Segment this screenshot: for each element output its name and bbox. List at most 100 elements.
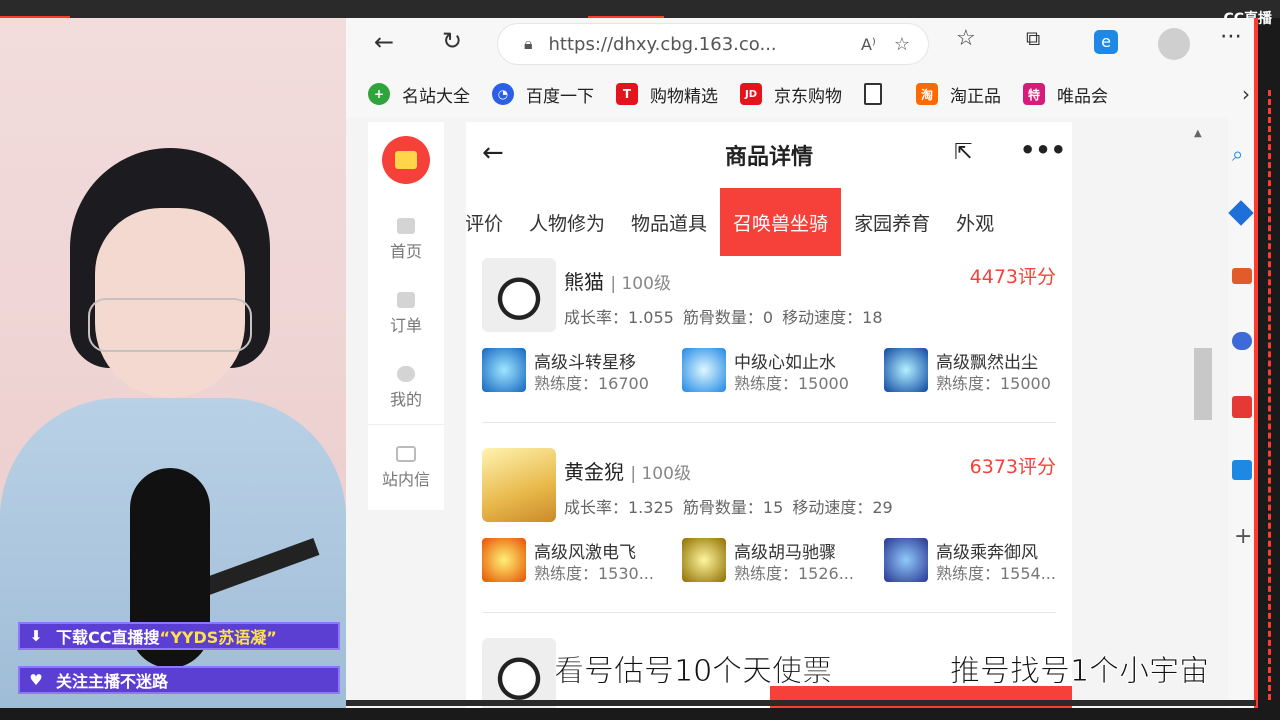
pet-card[interactable]: 熊猫 | 100级 4473评分 成长率：1.055 筋骨数量：0 移动速度：1… bbox=[482, 258, 1056, 423]
pet-stats: 成长率：1.325 筋骨数量：15 移动速度：29 bbox=[564, 498, 893, 517]
skill-icon bbox=[482, 348, 526, 392]
nav-home[interactable]: 首页 bbox=[368, 218, 444, 262]
browser-window: ← ↻ 🔒︎ https://dhxy.cbg.163.co... A⁾ ☆ ☆… bbox=[346, 18, 1256, 708]
bookmark-taobao[interactable]: 淘 淘正品 bbox=[916, 82, 1001, 107]
skill-item[interactable]: 高级斗转星移 熟练度：16700 bbox=[482, 346, 682, 394]
more-icon[interactable]: ⋯ bbox=[1220, 24, 1242, 49]
te-icon: 特 bbox=[1023, 83, 1045, 105]
edge-sidebar: ⌕ + bbox=[1228, 118, 1256, 708]
subtitle-right: 推号找号1个小宇宙 bbox=[949, 654, 1210, 690]
divider bbox=[482, 422, 1056, 423]
pet-avatar bbox=[482, 638, 556, 708]
toolbox-icon[interactable] bbox=[1232, 268, 1252, 284]
pet-card[interactable]: 黄金猊 | 100级 6373评分 成长率：1.325 筋骨数量：15 移动速度… bbox=[482, 448, 1056, 613]
bookmark-baidu[interactable]: ◔ 百度一下 bbox=[492, 82, 594, 107]
divider bbox=[482, 612, 1056, 613]
share-icon[interactable]: ⇱ bbox=[954, 140, 972, 165]
office-icon[interactable] bbox=[1232, 396, 1252, 418]
pet-stats: 成长率：1.055 筋骨数量：0 移动速度：18 bbox=[564, 308, 883, 327]
download-banner: ⬇ 下载CC直播搜 “YYDS苏语凝” bbox=[18, 622, 340, 650]
side-nav: 首页 订单 我的 站内信 bbox=[368, 122, 444, 510]
follow-banner: ♥ 关注主播不迷路 bbox=[18, 666, 340, 694]
tab-appearance[interactable]: 外观 bbox=[943, 188, 1007, 256]
order-icon bbox=[397, 292, 415, 308]
user-icon bbox=[397, 366, 415, 382]
tab-bar: 评价 人物修为 物品道具 召唤兽坐骑 家园养育 外观 bbox=[466, 188, 1072, 256]
favorites-icon[interactable]: ☆ bbox=[956, 26, 976, 51]
tao-icon: 淘 bbox=[916, 83, 938, 105]
add-favorite-icon[interactable]: ☆ bbox=[894, 34, 910, 55]
skill-item[interactable]: 高级胡马驰骤 熟练度：1526... bbox=[682, 536, 882, 584]
search-icon[interactable]: ⌕ bbox=[1232, 142, 1243, 166]
collections-icon[interactable]: ⧉ bbox=[1026, 26, 1040, 50]
tag-icon[interactable] bbox=[1228, 200, 1254, 226]
pet-name: 熊猫 bbox=[564, 270, 604, 294]
tab-pets[interactable]: 召唤兽坐骑 bbox=[720, 188, 842, 256]
browser-toolbar: ← ↻ 🔒︎ https://dhxy.cbg.163.co... A⁾ ☆ ☆… bbox=[346, 18, 1256, 70]
bookmark-mingzhan[interactable]: + 名站大全 bbox=[368, 82, 470, 107]
nav-messages[interactable]: 站内信 bbox=[368, 446, 444, 490]
mail-icon bbox=[396, 446, 416, 462]
scroll-up-icon[interactable]: ▲ bbox=[1194, 128, 1204, 142]
subtitle-left: 看号估号10个天使票 bbox=[553, 654, 833, 690]
pet-level: | 100级 bbox=[610, 274, 671, 294]
pet-score: 6373评分 bbox=[969, 456, 1056, 478]
bookmark-vip[interactable]: 特 唯品会 bbox=[1023, 82, 1108, 107]
pet-name: 黄金猊 bbox=[564, 460, 624, 484]
tab-review[interactable]: 评价 bbox=[466, 188, 516, 256]
more-dots-icon[interactable]: ••• bbox=[1020, 136, 1066, 164]
streamer-webcam bbox=[0, 18, 346, 708]
skill-icon bbox=[682, 348, 726, 392]
banner-highlight: “YYDS苏语凝” bbox=[159, 628, 277, 647]
bookmark-page[interactable] bbox=[864, 83, 894, 105]
url-text: https://dhxy.cbg.163.co... bbox=[548, 33, 777, 55]
bookmark-shopping[interactable]: T 购物精选 bbox=[616, 82, 718, 107]
banner-text: 下载CC直播搜 bbox=[56, 628, 160, 647]
pet-score: 4473评分 bbox=[969, 266, 1056, 288]
add-icon[interactable]: + bbox=[1234, 524, 1252, 549]
page-header: ← 商品详情 ⇱ ••• bbox=[466, 122, 1072, 188]
heart-icon: ♥ bbox=[29, 671, 43, 689]
skill-item[interactable]: 中级心如止水 熟练度：15000 bbox=[682, 346, 882, 394]
home-icon bbox=[397, 218, 415, 234]
page-title: 商品详情 bbox=[724, 145, 813, 170]
people-icon[interactable] bbox=[1232, 332, 1252, 350]
profile-avatar[interactable] bbox=[1158, 28, 1190, 60]
bookmark-jd[interactable]: JD 京东购物 bbox=[740, 82, 842, 107]
chevron-right-icon[interactable]: › bbox=[1242, 82, 1250, 106]
scrollbar-thumb[interactable] bbox=[1194, 348, 1212, 420]
read-aloud-icon[interactable]: A⁾ bbox=[861, 35, 876, 54]
download-icon: ⬇ bbox=[29, 627, 43, 645]
nav-mine[interactable]: 我的 bbox=[368, 366, 444, 410]
lock-icon[interactable]: 🔒︎ bbox=[524, 34, 533, 54]
jd-icon: JD bbox=[740, 83, 762, 105]
bookmarks-bar: + 名站大全 ◔ 百度一下 T 购物精选 JD 京东购物 淘 淘正品 特 唯品会… bbox=[346, 70, 1256, 118]
t-icon: T bbox=[616, 83, 638, 105]
nav-orders[interactable]: 订单 bbox=[368, 292, 444, 336]
back-arrow-icon[interactable]: ← bbox=[482, 138, 504, 168]
page-icon bbox=[864, 83, 882, 105]
streamer-glasses bbox=[88, 298, 252, 352]
banner-text: 关注主播不迷路 bbox=[56, 672, 169, 691]
tab-items[interactable]: 物品道具 bbox=[618, 188, 720, 256]
ie-icon[interactable]: e bbox=[1094, 30, 1118, 54]
pet-avatar bbox=[482, 448, 556, 522]
product-detail: ← 商品详情 ⇱ ••• 评价 人物修为 物品道具 召唤兽坐骑 家园养育 外观 … bbox=[466, 122, 1072, 708]
baidu-paw-icon: ◔ bbox=[492, 83, 514, 105]
skill-item[interactable]: 高级风激电飞 熟练度：1530... bbox=[482, 536, 682, 584]
pet-level: | 100级 bbox=[630, 464, 691, 484]
address-bar[interactable]: 🔒︎ https://dhxy.cbg.163.co... A⁾ ☆ bbox=[498, 24, 928, 64]
back-icon[interactable]: ← bbox=[374, 28, 394, 56]
skill-item[interactable]: 高级乘奔御风 熟练度：1554... bbox=[884, 536, 1072, 584]
tab-home[interactable]: 家园养育 bbox=[841, 188, 943, 256]
refresh-icon[interactable]: ↻ bbox=[442, 27, 462, 55]
stream-border-line bbox=[1254, 18, 1258, 708]
pet-avatar bbox=[482, 258, 556, 332]
outlook-icon[interactable] bbox=[1232, 460, 1252, 480]
skill-item[interactable]: 高级飘然出尘 熟练度：15000 bbox=[884, 346, 1072, 394]
stream-border-dashed bbox=[1268, 90, 1275, 700]
skill-icon bbox=[884, 348, 928, 392]
tab-character[interactable]: 人物修为 bbox=[516, 188, 618, 256]
skill-icon bbox=[682, 538, 726, 582]
plus-circle-icon: + bbox=[368, 83, 390, 105]
